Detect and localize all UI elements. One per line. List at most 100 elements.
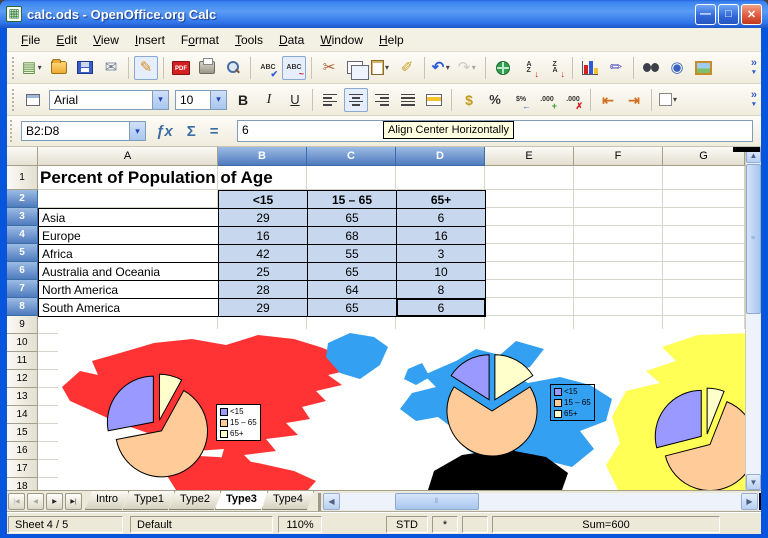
status-sheet-position[interactable]: Sheet 4 / 5 — [8, 516, 123, 533]
menu-format[interactable]: Format — [173, 30, 227, 50]
page-preview-icon[interactable] — [221, 56, 245, 80]
scroll-right-icon[interactable]: ▶ — [741, 493, 758, 510]
cell-D5[interactable]: 3 — [396, 244, 486, 263]
cell-C8[interactable]: 65 — [307, 298, 397, 317]
tab-type4[interactable]: Type4 — [262, 491, 314, 510]
undo-icon[interactable]: ↶▾ — [430, 56, 454, 80]
menu-data[interactable]: Data — [271, 30, 312, 50]
currency-icon[interactable]: $ — [457, 88, 481, 112]
cell-A8[interactable]: South America — [38, 298, 219, 317]
row-header-7[interactable]: 7 — [7, 280, 38, 298]
decrease-indent-icon[interactable]: ⇤ — [596, 88, 620, 112]
italic-icon[interactable]: I — [257, 88, 281, 112]
row-header-3[interactable]: 3 — [7, 208, 38, 226]
underline-icon[interactable]: U — [283, 88, 307, 112]
gallery-icon[interactable] — [691, 56, 715, 80]
chevron-down-icon[interactable]: ▾ — [469, 63, 478, 72]
draw-functions-icon[interactable]: ✏ — [604, 56, 628, 80]
cell-B5[interactable]: 42 — [218, 244, 308, 263]
toolbar-overflow-icon[interactable]: »▾ — [751, 91, 757, 109]
chevron-down-icon[interactable]: ▾ — [210, 91, 226, 109]
spellcheck-icon[interactable]: ABC✔ — [256, 56, 280, 80]
cell-B4[interactable]: 16 — [218, 226, 308, 245]
row-header-10[interactable]: 10 — [7, 334, 38, 352]
tab-scrollbar-splitter[interactable] — [318, 493, 321, 511]
font-size-select[interactable]: 10▾ — [175, 90, 227, 110]
merge-cells-icon[interactable] — [422, 88, 446, 112]
save-icon[interactable] — [73, 56, 97, 80]
clone-formatting-icon[interactable]: ✐ — [395, 56, 419, 80]
cell-C6[interactable]: 65 — [307, 262, 397, 281]
row-header-9[interactable]: 9 — [7, 316, 38, 334]
col-header-C[interactable]: C — [307, 147, 396, 166]
percent-icon[interactable]: % — [483, 88, 507, 112]
toolbar-overflow-icon[interactable]: »▾ — [751, 59, 757, 77]
vertical-split-handle[interactable] — [733, 147, 760, 152]
insert-chart-icon[interactable] — [578, 56, 602, 80]
cell-A3[interactable]: Asia — [38, 208, 219, 227]
align-right-icon[interactable] — [370, 88, 394, 112]
cell-B8[interactable]: 29 — [218, 298, 308, 317]
cell-B7[interactable]: 28 — [218, 280, 308, 299]
name-box[interactable]: B2:D8 ▾ — [21, 121, 146, 141]
horizontal-split-handle[interactable] — [759, 493, 761, 510]
row-header-5[interactable]: 5 — [7, 244, 38, 262]
menu-view[interactable]: View — [85, 30, 127, 50]
last-sheet-icon[interactable]: ▶| — [65, 493, 82, 510]
standard-format-icon[interactable]: $%← — [509, 88, 533, 112]
print-icon[interactable] — [195, 56, 219, 80]
cut-icon[interactable]: ✂ — [317, 56, 341, 80]
menu-help[interactable]: Help — [371, 30, 412, 50]
horizontal-scrollbar[interactable]: ◀ ⦀ ▶ — [323, 493, 761, 510]
standard-toolbar-grip[interactable] — [12, 57, 17, 79]
add-decimal-icon[interactable]: .000+ — [535, 88, 559, 112]
status-selection-mode[interactable]: STD — [386, 516, 428, 533]
bold-icon[interactable]: B — [231, 88, 255, 112]
cell-C5[interactable]: 55 — [307, 244, 397, 263]
vertical-scroll-thumb[interactable]: ≡ — [746, 164, 761, 314]
cell-C4[interactable]: 68 — [307, 226, 397, 245]
borders-icon[interactable]: ▾ — [657, 88, 681, 112]
chevron-down-icon[interactable]: ▾ — [152, 91, 168, 109]
menu-file[interactable]: File — [13, 30, 48, 50]
export-pdf-icon[interactable]: PDF — [169, 56, 193, 80]
open-icon[interactable] — [47, 56, 71, 80]
scroll-left-icon[interactable]: ◀ — [323, 493, 340, 510]
cell-A5[interactable]: Africa — [38, 244, 219, 263]
col-header-F[interactable]: F — [574, 147, 663, 166]
styles-window-icon[interactable] — [21, 88, 45, 112]
cell-B3[interactable]: 29 — [218, 208, 308, 227]
formatting-toolbar-grip[interactable] — [12, 89, 17, 111]
row-header-18[interactable]: 18 — [7, 478, 38, 490]
chevron-down-icon[interactable]: ▾ — [383, 63, 392, 72]
title-bar[interactable]: ▦ calc.ods - OpenOffice.org Calc — □ ✕ — [0, 0, 768, 28]
cell-D3[interactable]: 6 — [396, 208, 486, 227]
status-sum[interactable]: Sum=600 — [492, 516, 720, 533]
hyperlink-icon[interactable] — [491, 56, 515, 80]
col-header-E[interactable]: E — [485, 147, 574, 166]
new-icon[interactable]: ▤▾ — [21, 56, 45, 80]
cell-A4[interactable]: Europe — [38, 226, 219, 245]
menu-window[interactable]: Window — [312, 30, 371, 50]
edit-file-icon[interactable]: ✎ — [134, 56, 158, 80]
copy-icon[interactable] — [343, 56, 367, 80]
menu-edit[interactable]: Edit — [48, 30, 85, 50]
cell-C3[interactable]: 65 — [307, 208, 397, 227]
sum-icon[interactable]: Σ — [187, 123, 196, 140]
sort-ascending-icon[interactable]: A Z↓ — [517, 56, 541, 80]
cell-D7[interactable]: 8 — [396, 280, 486, 299]
cell-B2[interactable]: <15 — [218, 190, 308, 209]
cell-A1-title[interactable]: Percent of Population of Age — [40, 168, 273, 188]
row-header-8[interactable]: 8 — [7, 298, 38, 316]
navigator-icon[interactable]: ◉ — [665, 56, 689, 80]
cell-A7[interactable]: North America — [38, 280, 219, 299]
cell-D6[interactable]: 10 — [396, 262, 486, 281]
align-center-icon[interactable] — [344, 88, 368, 112]
paste-icon[interactable]: ▾ — [369, 56, 393, 80]
row-header-16[interactable]: 16 — [7, 442, 38, 460]
row-header-4[interactable]: 4 — [7, 226, 38, 244]
row-header-6[interactable]: 6 — [7, 262, 38, 280]
row-header-1[interactable]: 1 — [7, 166, 38, 190]
cell-D8[interactable]: 6 — [396, 298, 486, 317]
align-left-icon[interactable] — [318, 88, 342, 112]
